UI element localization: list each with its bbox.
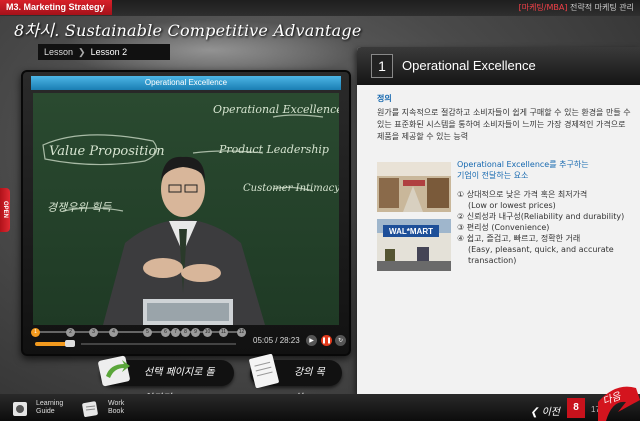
element-main: ① 상대적으로 낮은 가격 혹은 최저가격	[457, 190, 588, 199]
learning-guide-label-2: Guide	[36, 408, 55, 415]
section-title: Operational Excellence	[402, 58, 536, 73]
chapter-marker[interactable]: 10	[203, 328, 212, 337]
chalk-line-2: Operational Excellence	[213, 103, 339, 116]
work-book-button[interactable]: Work Book	[82, 400, 125, 417]
work-book-icon	[82, 401, 98, 417]
elements-heading-line-1: Operational Excellence를 추구하는	[457, 160, 589, 169]
pause-icon: ❚❚	[321, 337, 332, 344]
store-sign: WAL*MART	[389, 227, 433, 236]
breadcrumb-parent[interactable]: Lesson	[44, 47, 73, 57]
learning-guide-label-1: Learning	[36, 400, 64, 407]
secondary-track	[81, 343, 236, 345]
current-page-number: 8	[567, 398, 585, 418]
module-tag: M3. Marketing Strategy	[0, 0, 112, 15]
play-button[interactable]: ▶	[306, 335, 317, 346]
element-item: ④ 쉽고, 즐겁고, 빠르고, 정확한 거래 (Easy, pleasant, q…	[457, 233, 637, 266]
learning-guide-icon	[13, 402, 27, 416]
progress-track[interactable]: 1 2 3 4 5 6 7 8 9 10 11 12	[31, 328, 246, 337]
chapter-marker[interactable]: 1	[31, 328, 40, 337]
replay-button[interactable]: ↻	[335, 335, 346, 346]
work-book-label-2: Book	[108, 408, 124, 415]
chapter-marker[interactable]: 9	[191, 328, 200, 337]
chapter-marker[interactable]: 11	[219, 328, 228, 337]
element-item: ③ 편리성 (Convenience)	[457, 222, 637, 233]
elements-heading: Operational Excellence를 추구하는 기업이 전달하는 요소	[457, 159, 627, 181]
chapter-marker[interactable]: 8	[181, 328, 190, 337]
learning-guide-button[interactable]: Learning Guide	[13, 400, 64, 416]
previous-label: 이전	[541, 407, 560, 418]
section-number: 1	[371, 54, 393, 78]
chapter-marker[interactable]: 5	[143, 328, 152, 337]
element-item: ① 상대적으로 낮은 가격 혹은 최저가격 (Low or lowest pric…	[457, 189, 637, 211]
replay-icon: ↻	[337, 337, 344, 344]
chapter-marker[interactable]: 6	[161, 328, 170, 337]
back-to-selection-button[interactable]: 선택 페이지로 돌아가기	[98, 355, 234, 404]
element-item: ② 신뢰성과 내구성(Reliability and durability)	[457, 211, 637, 222]
lecture-video[interactable]: Value Proposition Operational Excellence…	[33, 93, 339, 325]
player-title: Operational Excellence	[31, 76, 341, 90]
notepad-icon	[249, 354, 279, 388]
back-arrow-icon	[98, 355, 130, 387]
panel-header: 1 Operational Excellence	[357, 47, 640, 85]
open-side-tab[interactable]: OPEN	[0, 188, 10, 232]
chapter-marker[interactable]: 2	[66, 328, 75, 337]
course-prefix: [마케팅/MBA]	[518, 3, 568, 12]
top-bar: M3. Marketing Strategy [마케팅/MBA] 전략적 마케팅…	[0, 0, 640, 16]
lecture-scene-image: Value Proposition Operational Excellence…	[42, 103, 339, 325]
play-icon: ▶	[309, 337, 314, 344]
content-panel: 1 Operational Excellence 정의 원가를 지속적으로 절감…	[357, 47, 640, 394]
element-sub: (Low or lowest prices)	[468, 201, 556, 210]
chalk-line-5: 경쟁우위 획득	[47, 201, 112, 214]
definition-text: 원가를 지속적으로 절감하고 소비자들이 쉽게 구매할 수 있는 환경을 만들 …	[377, 108, 631, 141]
player-controls: 1 2 3 4 5 6 7 8 9 10 11 12 05:05 / 28:23 ▶ ❚❚ ↻	[31, 328, 346, 352]
chalk-line-3: Product Leadership	[218, 143, 329, 156]
element-main: ③ 편리성 (Convenience)	[457, 223, 550, 232]
next-page-button[interactable]: 다음	[596, 372, 640, 421]
chalk-line-1: Value Proposition	[49, 144, 165, 159]
work-book-label-1: Work	[108, 400, 125, 407]
element-sub: (Easy, pleasant, quick, and accurate tra…	[468, 245, 614, 265]
chapter-marker[interactable]: 7	[171, 328, 180, 337]
element-main: ④ 쉽고, 즐겁고, 빠르고, 정확한 거래	[457, 234, 581, 243]
chapter-marker[interactable]: 3	[89, 328, 98, 337]
element-main: ② 신뢰성과 내구성(Reliability and durability)	[457, 212, 625, 221]
page-title: 8차시. Sustainable Competitive Advantage	[14, 21, 362, 40]
walmart-store-photo: WAL*MART	[377, 219, 451, 271]
pause-button[interactable]: ❚❚	[321, 335, 332, 346]
chevron-left-icon: ❮	[530, 407, 539, 418]
elements-list: ① 상대적으로 낮은 가격 혹은 최저가격 (Low or lowest pric…	[457, 189, 637, 266]
elements-heading-line-2: 기업이 전달하는 요소	[457, 171, 529, 180]
store-interior-photo	[377, 162, 451, 212]
breadcrumb-separator-icon: ❯	[78, 47, 86, 57]
course-suffix: 전략적 마케팅 관리	[567, 3, 634, 12]
chapter-marker[interactable]: 4	[109, 328, 118, 337]
seek-handle[interactable]	[65, 340, 75, 347]
video-player: Operational Excellence Value Proposition…	[21, 70, 351, 356]
time-readout: 05:05 / 28:23	[253, 336, 300, 345]
course-tag: [마케팅/MBA] 전략적 마케팅 관리	[519, 2, 634, 13]
chalk-line-4: Customer Intimacy	[243, 183, 339, 194]
breadcrumb-current: Lesson 2	[90, 47, 128, 57]
definition-label: 정의	[377, 94, 392, 103]
breadcrumb: Lesson ❯ Lesson 2	[38, 44, 170, 60]
previous-page-button[interactable]: ❮ 이전	[530, 403, 560, 418]
chapter-marker[interactable]: 12	[237, 328, 246, 337]
lecture-contents-button[interactable]: 강의 목차	[249, 354, 342, 404]
